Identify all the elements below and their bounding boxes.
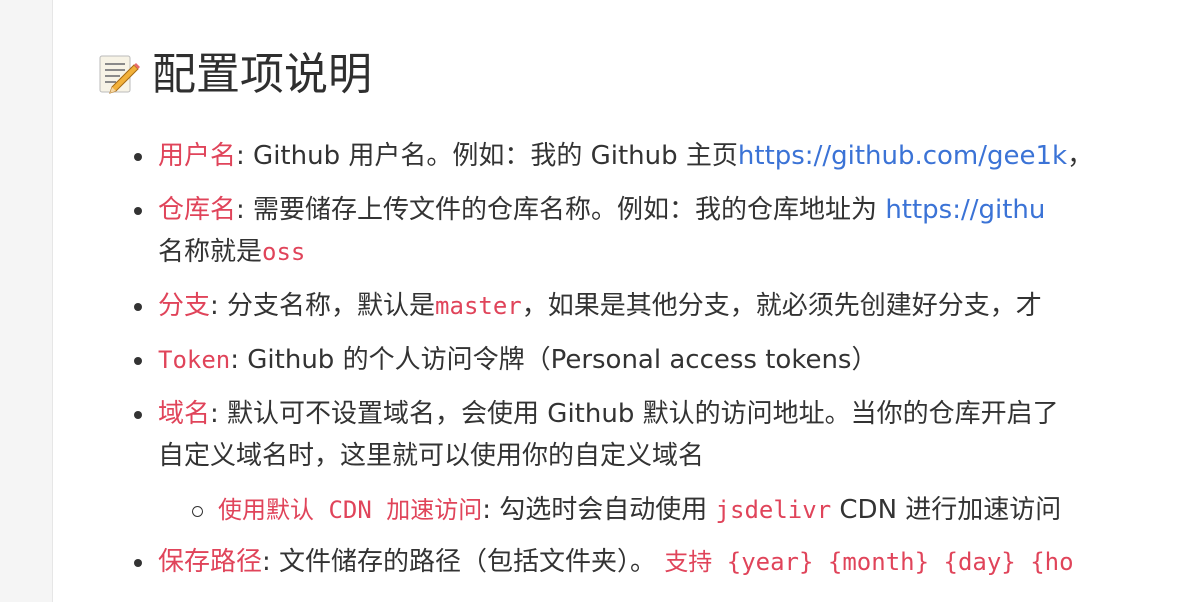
jsdelivr-code: jsdelivr [715, 496, 832, 524]
list-item-username: 用户名: Github 用户名。例如：我的 Github 主页https://g… [134, 132, 1178, 180]
document-content: 配置项说明 用户名: Github 用户名。例如：我的 Github 主页htt… [98, 0, 1178, 602]
list-item-repo: 仓库名: 需要储存上传文件的仓库名称。例如：我的仓库地址为 https://gi… [134, 186, 1178, 276]
list-item-domain: 域名: 默认可不设置域名，会使用 Github 默认的访问地址。当你的仓库开启了… [134, 390, 1178, 532]
term-token: Token [158, 346, 231, 374]
desc-branch-b: ，如果是其他分支，就必须先创建好分支，才 [521, 291, 1042, 321]
desc-repo-line2-text: 名称就是 [158, 237, 263, 267]
term-path: 保存路径 [158, 547, 263, 577]
term-username: 用户名 [158, 141, 237, 171]
github-profile-link[interactable]: https://github.com/gee1k [738, 141, 1067, 171]
list-item-branch: 分支: 分支名称，默认是master，如果是其他分支，就必须先创建好分支，才 [134, 282, 1178, 330]
left-rail [0, 0, 53, 602]
desc-username: : Github 用户名。例如：我的 Github 主页 [236, 141, 738, 171]
config-list: 用户名: Github 用户名。例如：我的 Github 主页https://g… [134, 132, 1178, 592]
desc-username-tail: ， [1067, 141, 1094, 171]
repo-name-code: oss [262, 238, 306, 266]
term-branch: 分支 [158, 291, 211, 321]
desc-repo-line2: 名称就是oss [158, 228, 1178, 276]
path-placeholder-code: 支持 {year} {month} {day} {ho [664, 548, 1074, 576]
repo-link[interactable]: https://githu [885, 195, 1045, 225]
desc-path: : 文件储存的路径（包括文件夹）。 [262, 547, 665, 577]
term-domain: 域名 [158, 399, 211, 429]
sublist-item-cdn: 使用默认 CDN 加速访问: 勾选时会自动使用 jsdelivr CDN 进行加… [192, 488, 1178, 532]
section-heading: 配置项说明 [98, 48, 372, 102]
list-item-token: Token: Github 的个人访问令牌（Personal access to… [134, 336, 1178, 384]
desc-branch-a: : 分支名称，默认是 [210, 291, 436, 321]
term-repo: 仓库名 [158, 195, 237, 225]
desc-token: : Github 的个人访问令牌（Personal access tokens） [230, 345, 878, 375]
desc-domain-line2: 自定义域名时，这里就可以使用你的自定义域名 [158, 441, 705, 471]
heading-title: 配置项说明 [152, 49, 372, 100]
list-item-path: 保存路径: 文件储存的路径（包括文件夹）。 支持 {year} {month} … [134, 538, 1178, 586]
term-cdn: 使用默认 CDN 加速访问 [218, 496, 483, 524]
domain-sublist: 使用默认 CDN 加速访问: 勾选时会自动使用 jsdelivr CDN 进行加… [158, 488, 1178, 532]
desc-domain: : 默认可不设置域名，会使用 Github 默认的访问地址。当你的仓库开启了 [210, 399, 1059, 429]
desc-cdn-a: : 勾选时会自动使用 [482, 495, 716, 525]
desc-repo: : 需要储存上传文件的仓库名称。例如：我的仓库地址为 [236, 195, 886, 225]
memo-icon [98, 53, 140, 95]
desc-cdn-b: CDN 进行加速访问 [831, 495, 1062, 525]
branch-code: master [435, 292, 522, 320]
